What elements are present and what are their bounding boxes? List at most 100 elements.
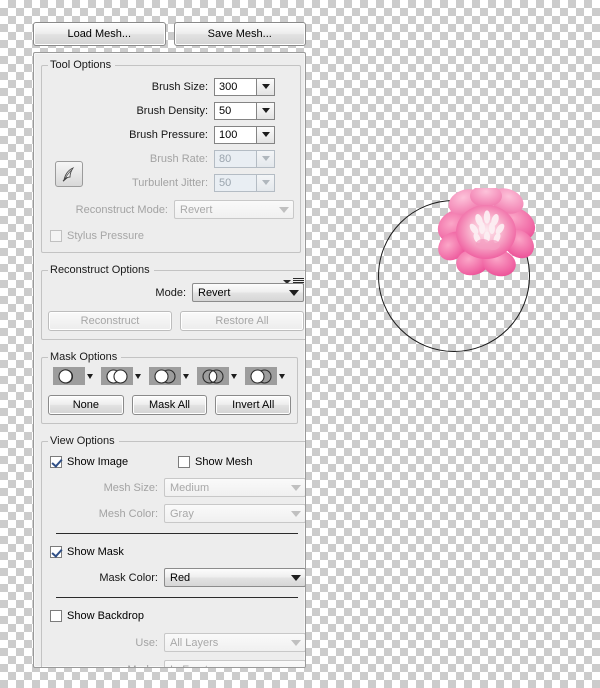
brush-pressure-value[interactable]: 100 — [214, 125, 256, 144]
add-to-selection-icon — [101, 367, 133, 385]
show-image-checkbox[interactable]: Show Image — [50, 455, 178, 468]
brush-size-dropdown-arrow[interactable] — [256, 77, 275, 96]
brush-density-stepper[interactable]: 50 — [214, 101, 275, 120]
brush-size-label: Brush Size: — [151, 80, 208, 93]
mesh-size-label: Mesh Size: — [103, 481, 158, 494]
brush-density-value[interactable]: 50 — [214, 101, 256, 120]
mask-op-replace-selection[interactable] — [53, 367, 93, 385]
mesh-size-row: Mesh Size: Medium — [48, 477, 305, 498]
reconstruct-mode-selected-value: Revert — [198, 286, 231, 299]
stylus-pressure-row: Stylus Pressure — [48, 225, 294, 246]
reconstruct-mode-combobox[interactable]: Revert — [192, 283, 304, 302]
chevron-down-icon — [231, 373, 237, 379]
mask-all-button[interactable]: Mask All — [131, 395, 208, 415]
backdrop-use-select: All Layers — [164, 633, 305, 652]
show-backdrop-row: Show Backdrop — [48, 605, 305, 626]
backdrop-use-row: Use: All Layers — [48, 632, 305, 653]
mesh-button-row: Load Mesh... Save Mesh... — [33, 22, 306, 46]
mesh-size-value: Medium — [170, 481, 210, 494]
forward-warp-tool-icon[interactable] — [55, 161, 83, 187]
brush-pressure-label: Brush Pressure: — [129, 128, 208, 141]
brush-pressure-stepper[interactable]: 100 — [214, 125, 275, 144]
mesh-color-row: Mesh Color: Gray — [48, 503, 305, 524]
reconstruct-mode-select: Revert — [174, 200, 294, 219]
invert-selection-icon — [245, 367, 277, 385]
image-canvas[interactable] — [310, 0, 600, 688]
mask-op-subtract-from-selection[interactable] — [149, 367, 189, 385]
view-options-legend: View Options — [50, 435, 115, 447]
brush-density-label: Brush Density: — [136, 104, 208, 117]
mask-op-intersect-with-selection[interactable] — [197, 367, 237, 385]
reconstruct-mode-label: Reconstruct Mode: — [75, 203, 168, 216]
show-mask-checkbox[interactable]: Show Mask — [50, 545, 124, 558]
brush-density-dropdown-arrow[interactable] — [256, 101, 275, 120]
show-backdrop-label: Show Backdrop — [67, 609, 145, 622]
backdrop-use-value: All Layers — [170, 636, 219, 649]
brush-density-row: Brush Density: 50 — [48, 100, 294, 121]
brush-pressure-dropdown-arrow[interactable] — [256, 125, 275, 144]
checkbox-box — [50, 229, 62, 242]
chevron-down-icon — [279, 373, 285, 379]
load-mesh-button[interactable]: Load Mesh... — [33, 22, 166, 46]
reconstruct-mode-select-row: Mode: Revert — [48, 282, 304, 303]
backdrop-mode-label: Mode: — [48, 664, 164, 668]
checkbox-box — [50, 455, 62, 468]
reconstruct-button-row: Reconstruct Restore All — [48, 311, 304, 331]
chevron-down-icon — [291, 666, 301, 667]
backdrop-mode-select: In Front — [164, 660, 305, 667]
chevron-down-icon — [183, 373, 189, 379]
brush-rate-value: 80 — [214, 149, 256, 168]
restore-all-button: Restore All — [180, 311, 304, 331]
mask-color-select[interactable]: Red — [164, 568, 305, 587]
mask-op-invert-selection[interactable] — [245, 367, 285, 385]
show-mask-row: Show Mask — [48, 541, 305, 562]
turbulent-jitter-row: Turbulent Jitter: 50 — [48, 172, 294, 193]
save-mesh-button[interactable]: Save Mesh... — [173, 22, 306, 46]
mesh-color-label: Mesh Color: — [98, 507, 158, 520]
chevron-down-icon — [291, 484, 301, 491]
divider-backdrop — [56, 597, 298, 598]
reconstruct-mode-value: Revert — [180, 203, 213, 216]
stylus-pressure-label: Stylus Pressure — [67, 229, 145, 242]
mask-color-value: Red — [170, 571, 191, 584]
show-backdrop-checkbox[interactable]: Show Backdrop — [50, 609, 145, 622]
show-mask-label: Show Mask — [67, 545, 124, 558]
mask-options-legend: Mask Options — [50, 351, 118, 363]
tool-options-legend: Tool Options — [50, 59, 112, 71]
chevron-down-icon — [279, 206, 289, 213]
mask-color-label: Mask Color: — [99, 571, 158, 584]
mask-op-add-to-selection[interactable] — [101, 367, 141, 385]
backdrop-use-label: Use: — [135, 636, 158, 649]
brush-size-stepper[interactable]: 300 — [214, 77, 275, 96]
chevron-down-icon — [291, 574, 301, 581]
reconstruct-button: Reconstruct — [48, 311, 172, 331]
brush-size-row: Brush Size: 300 — [48, 76, 294, 97]
checkbox-box — [50, 545, 62, 558]
liquify-options-panel: Load Mesh... Save Mesh... Tool Options B… — [33, 22, 306, 670]
brush-pressure-row: Brush Pressure: 100 — [48, 124, 294, 145]
stylus-pressure-checkbox: Stylus Pressure — [50, 229, 145, 242]
mesh-color-select: Gray — [164, 504, 305, 523]
mask-color-row: Mask Color: Red — [48, 567, 305, 588]
mesh-size-select: Medium — [164, 478, 305, 497]
subtract-from-selection-icon — [149, 367, 181, 385]
replace-selection-icon — [53, 367, 85, 385]
chevron-down-icon — [289, 289, 299, 296]
divider-mask — [56, 533, 298, 534]
show-image-label: Show Image — [67, 455, 129, 468]
reconstruct-options-group: Reconstruct Options Mode: Revert Reconst… — [41, 264, 305, 340]
reconstruct-mode-row: Reconstruct Mode: Revert — [48, 199, 294, 220]
panel-body: Tool Options Brush Size: 300 Brush Densi… — [33, 52, 306, 668]
mask-none-button[interactable]: None — [48, 395, 124, 415]
mesh-color-value: Gray — [170, 507, 194, 520]
mask-invert-all-button[interactable]: Invert All — [215, 395, 292, 415]
view-options-group: View Options Show Image Show Mesh Mesh S… — [41, 435, 305, 668]
chevron-down-icon — [87, 373, 93, 379]
mask-button-row: None Mask All Invert All — [48, 395, 292, 415]
mask-operation-row — [48, 365, 291, 385]
show-mesh-checkbox[interactable]: Show Mesh — [178, 455, 252, 468]
chevron-down-icon — [291, 510, 301, 517]
brush-size-value[interactable]: 300 — [214, 77, 256, 96]
checkbox-box — [50, 609, 62, 622]
turbulent-jitter-value: 50 — [214, 173, 256, 192]
